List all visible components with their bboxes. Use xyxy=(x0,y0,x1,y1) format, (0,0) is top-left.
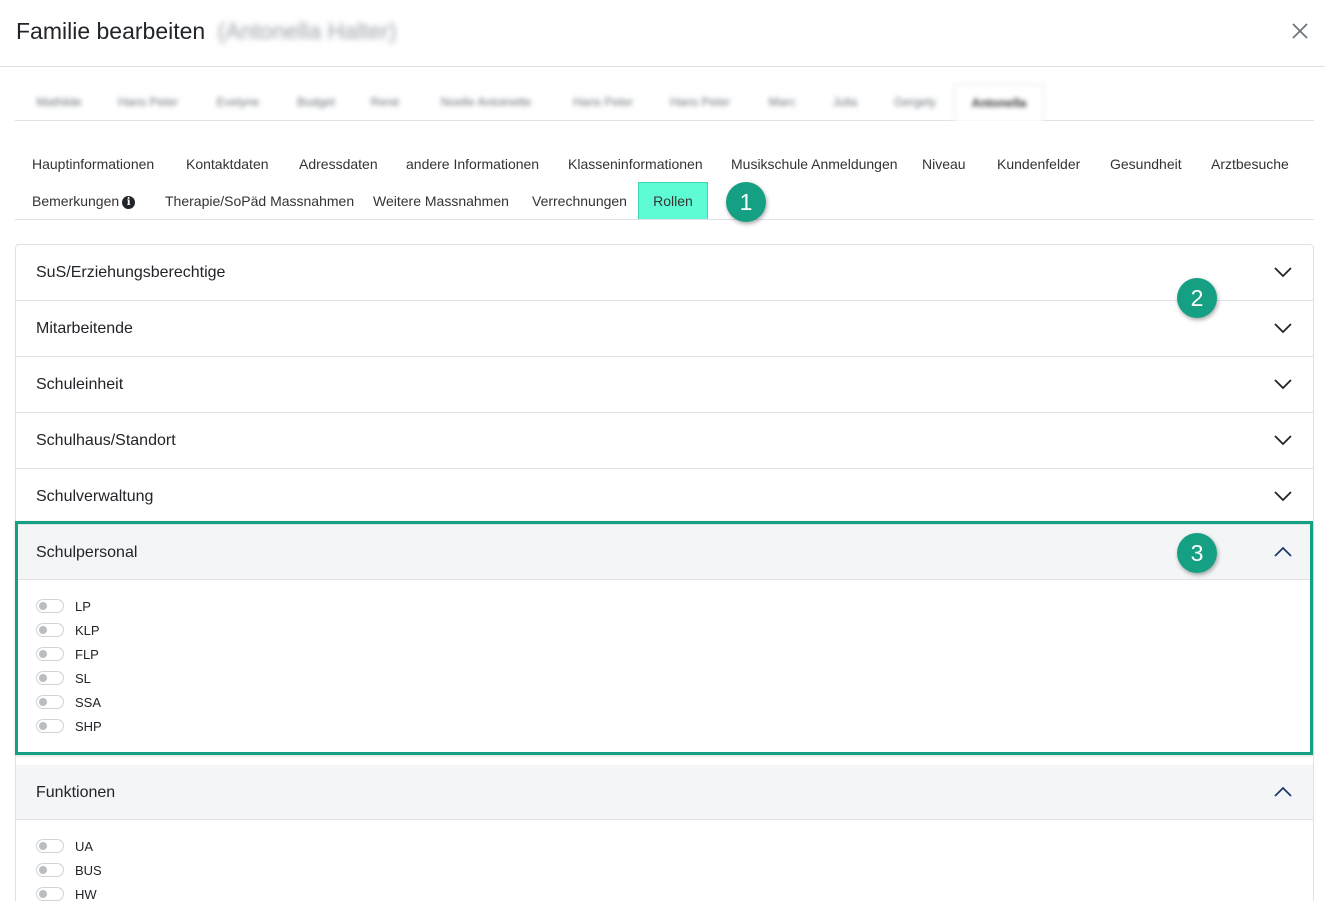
toggle-lp[interactable]: LP xyxy=(36,594,1293,618)
member-tab[interactable]: Mathilde xyxy=(19,84,99,121)
step-marker-3: 3 xyxy=(1177,533,1217,573)
section-tabs: Hauptinformationen Kontaktdaten Adressda… xyxy=(15,146,1314,220)
dialog-title-name: (Antonella Halter) xyxy=(217,18,397,44)
accordion-header-funktionen[interactable]: Funktionen xyxy=(16,765,1313,820)
step-marker-1: 1 xyxy=(726,182,766,222)
toggle-switch[interactable] xyxy=(36,671,64,685)
toggle-flp[interactable]: FLP xyxy=(36,642,1293,666)
member-tab[interactable]: Evelyne xyxy=(203,84,273,121)
toggle-label: SL xyxy=(75,670,91,686)
accordion-item-schulpersonal: Schulpersonal LP KLP FLP SL SSA SHP xyxy=(16,525,1313,755)
accordion-item-schulhaus: Schulhaus/Standort xyxy=(16,413,1313,469)
member-tab[interactable]: Marc xyxy=(757,84,807,121)
toggle-switch[interactable] xyxy=(36,719,64,733)
accordion-item-schuleinheit: Schuleinheit xyxy=(16,357,1313,413)
close-icon xyxy=(1292,23,1308,39)
chevron-down-icon xyxy=(1274,435,1292,446)
tab-verrechnungen[interactable]: Verrechnungen xyxy=(532,183,627,220)
toggle-shp[interactable]: SHP xyxy=(36,714,1293,738)
toggle-ssa[interactable]: SSA xyxy=(36,690,1293,714)
toggle-label: BUS xyxy=(75,862,102,878)
tab-klasseninformationen[interactable]: Klasseninformationen xyxy=(568,146,703,183)
family-member-tabs: Mathilde Hans Peter Evelyne Budget René … xyxy=(15,84,1314,122)
tab-hauptinformationen[interactable]: Hauptinformationen xyxy=(32,146,154,183)
tab-therapie-sopaed[interactable]: Therapie/SoPäd Massnahmen xyxy=(165,183,354,220)
accordion-item-mitarbeitende: Mitarbeitende xyxy=(16,301,1313,357)
toggle-label: KLP xyxy=(75,622,100,638)
chevron-down-icon xyxy=(1274,323,1292,334)
toggle-switch[interactable] xyxy=(36,839,64,853)
dialog-title: Familie bearbeiten (Antonella Halter) xyxy=(16,18,397,45)
dialog-title-text: Familie bearbeiten xyxy=(16,18,206,44)
tab-kundenfelder[interactable]: Kundenfelder xyxy=(997,146,1080,183)
accordion-label: Funktionen xyxy=(36,784,116,801)
accordion-item-funktionen: Funktionen UA BUS HW xyxy=(16,765,1313,901)
close-button[interactable] xyxy=(1287,18,1313,44)
member-tab[interactable]: Hans Peter xyxy=(659,84,741,121)
member-tab[interactable]: Hans Peter xyxy=(563,84,643,121)
accordion-header-sus[interactable]: SuS/Erziehungsberechtige xyxy=(16,245,1313,300)
chevron-up-icon xyxy=(1274,786,1292,797)
tab-bemerkungen-label: Bemerkungen xyxy=(32,193,120,209)
accordion-item-schulverwaltung: Schulverwaltung xyxy=(16,469,1313,525)
accordion-header-schuleinheit[interactable]: Schuleinheit xyxy=(16,357,1313,412)
toggle-switch[interactable] xyxy=(36,599,64,613)
toggle-label: UA xyxy=(75,838,94,854)
toggle-switch[interactable] xyxy=(36,647,64,661)
accordion-header-schulpersonal[interactable]: Schulpersonal xyxy=(16,525,1313,580)
toggle-ua[interactable]: UA xyxy=(36,834,1293,858)
chevron-down-icon xyxy=(1274,267,1292,278)
dialog-header: Familie bearbeiten (Antonella Halter) xyxy=(0,0,1325,67)
accordion-body-schulpersonal: LP KLP FLP SL SSA SHP xyxy=(16,580,1313,754)
tab-kontaktdaten[interactable]: Kontaktdaten xyxy=(186,146,269,183)
chevron-down-icon xyxy=(1274,491,1292,502)
accordion-label: Schulpersonal xyxy=(36,544,138,561)
member-tab[interactable]: Budget xyxy=(285,84,347,121)
toggle-sl[interactable]: SL xyxy=(36,666,1293,690)
toggle-label: SSA xyxy=(75,694,102,710)
toggle-switch[interactable] xyxy=(36,863,64,877)
accordion-label: SuS/Erziehungsberechtige xyxy=(36,264,226,281)
chevron-up-icon xyxy=(1274,546,1292,557)
roles-accordion: SuS/Erziehungsberechtige Mitarbeitende S… xyxy=(15,244,1314,901)
toggle-bus[interactable]: BUS xyxy=(36,858,1293,882)
step-marker-2: 2 xyxy=(1177,278,1217,318)
tab-weitere-massnahmen[interactable]: Weitere Massnahmen xyxy=(373,183,509,220)
tab-rollen[interactable]: Rollen xyxy=(638,182,708,219)
accordion-header-schulverwaltung[interactable]: Schulverwaltung xyxy=(16,469,1313,524)
tab-niveau[interactable]: Niveau xyxy=(922,146,966,183)
tab-gesundheit[interactable]: Gesundheit xyxy=(1110,146,1182,183)
accordion-header-schulhaus[interactable]: Schulhaus/Standort xyxy=(16,413,1313,468)
toggle-label: SHP xyxy=(75,718,102,734)
toggle-switch[interactable] xyxy=(36,695,64,709)
accordion-header-mitarbeitende[interactable]: Mitarbeitende xyxy=(16,301,1313,356)
tab-bemerkungen[interactable]: Bemerkungen i xyxy=(32,183,136,220)
tab-andere-informationen[interactable]: andere Informationen xyxy=(406,146,539,183)
member-tab[interactable]: Noelle Antoinette xyxy=(423,84,549,121)
member-tab[interactable]: René xyxy=(361,84,409,121)
toggle-label: FLP xyxy=(75,646,99,662)
tab-arztbesuche[interactable]: Arztbesuche xyxy=(1211,146,1289,183)
accordion-item-sus: SuS/Erziehungsberechtige xyxy=(16,245,1313,301)
chevron-down-icon xyxy=(1274,379,1292,390)
info-icon: i xyxy=(122,196,136,209)
accordion-label: Schuleinheit xyxy=(36,376,124,393)
member-tab[interactable]: Hans Peter xyxy=(107,84,189,121)
toggle-label: HW xyxy=(75,886,97,901)
member-tab[interactable]: Gergely xyxy=(881,84,949,121)
member-tab-active[interactable]: Antonella xyxy=(954,84,1044,122)
accordion-label: Schulhaus/Standort xyxy=(36,432,176,449)
accordion-label: Schulverwaltung xyxy=(36,488,154,505)
toggle-switch[interactable] xyxy=(36,887,64,901)
member-tab[interactable]: Julia xyxy=(823,84,867,121)
toggle-switch[interactable] xyxy=(36,623,64,637)
tab-musikschule-anmeldungen[interactable]: Musikschule Anmeldungen xyxy=(731,146,898,183)
tab-adressdaten[interactable]: Adressdaten xyxy=(299,146,378,183)
toggle-hw[interactable]: HW xyxy=(36,882,1293,901)
accordion-label: Mitarbeitende xyxy=(36,320,133,337)
toggle-label: LP xyxy=(75,598,91,614)
accordion-body-funktionen: UA BUS HW xyxy=(16,820,1313,901)
toggle-klp[interactable]: KLP xyxy=(36,618,1293,642)
